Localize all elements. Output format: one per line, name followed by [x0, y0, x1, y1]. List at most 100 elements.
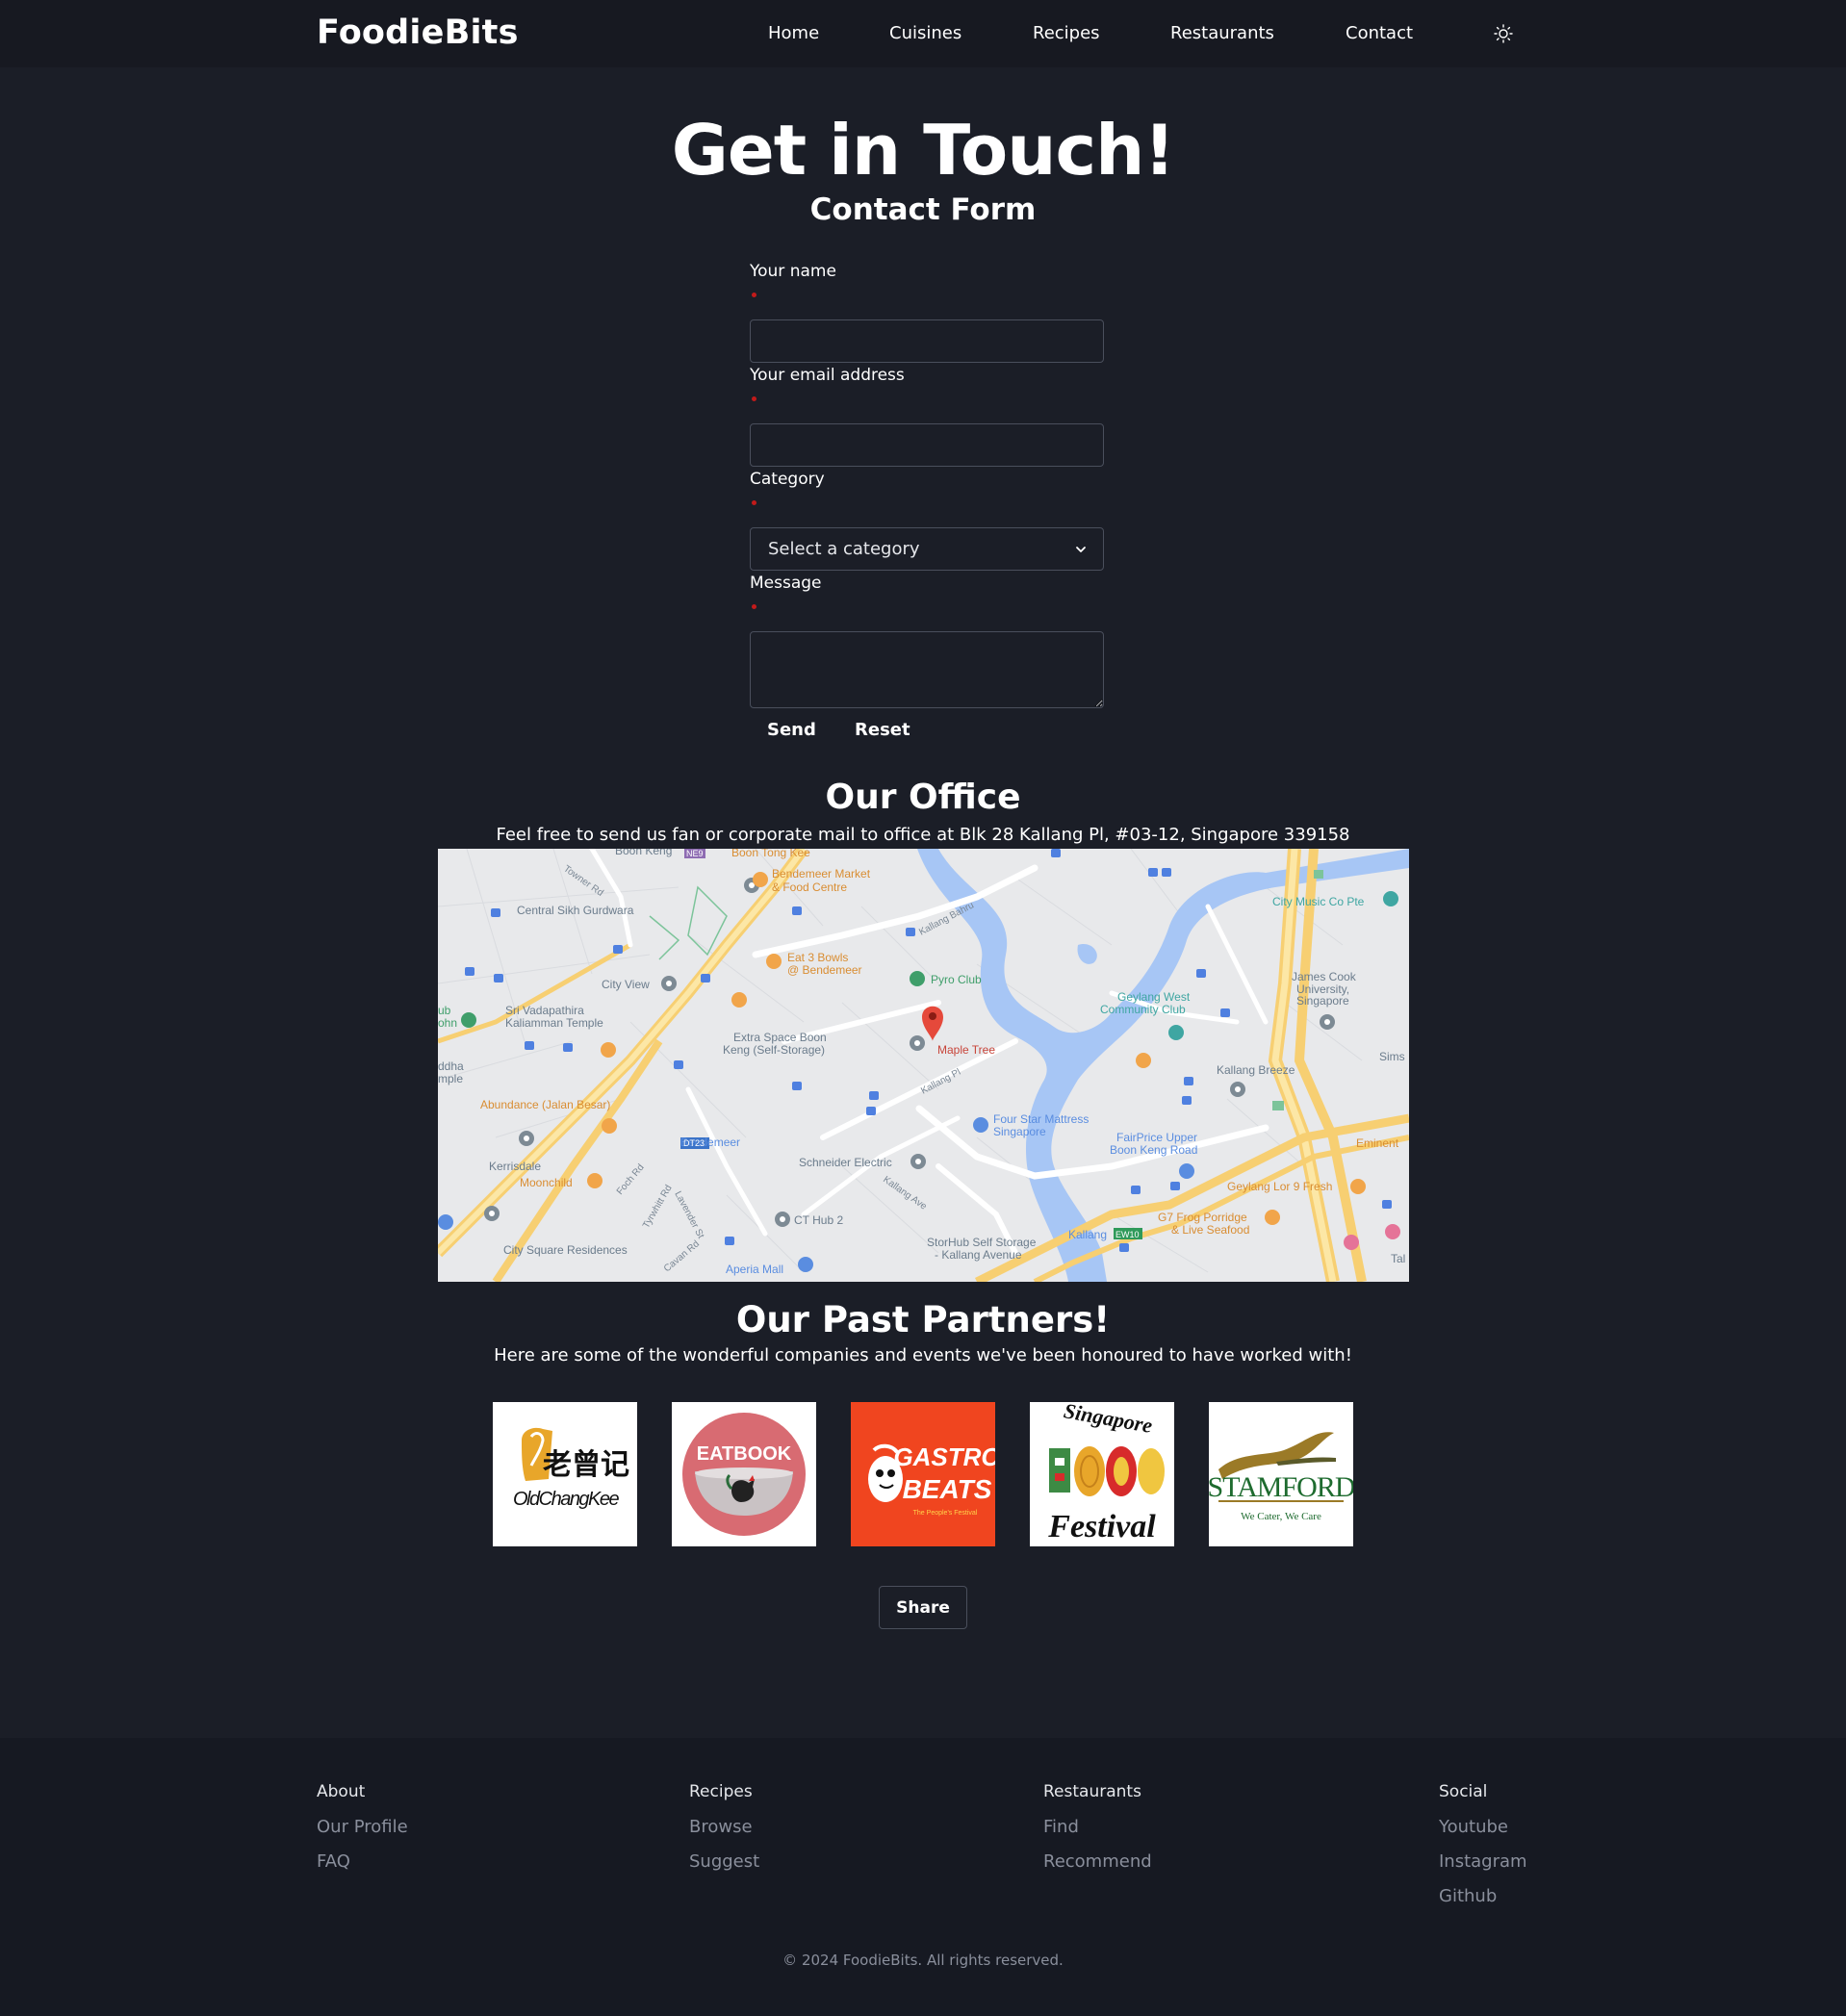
form-actions: Send Reset — [750, 720, 1104, 743]
share-button[interactable]: Share — [879, 1586, 967, 1629]
map-badge-ew10: EW10 — [1115, 1230, 1140, 1239]
footer-col-restaurants: Restaurants Find Recommend — [1043, 1782, 1152, 1886]
gastro-beats-line1: GASTRO — [893, 1442, 995, 1471]
map-label-g7-frog-2: & Live Seafood — [1171, 1223, 1249, 1237]
map-label-city-view: City View — [602, 978, 650, 991]
sun-icon[interactable] — [1493, 23, 1514, 44]
map-label-ddha: ddha — [438, 1059, 464, 1073]
nav-restaurants[interactable]: Restaurants — [1170, 23, 1274, 43]
map-label-community-club: Community Club — [1100, 1003, 1186, 1016]
map-label-maple-tree: Maple Tree — [937, 1043, 995, 1057]
eatbook-text: EATBOOK — [697, 1443, 792, 1465]
nav-contact[interactable]: Contact — [1346, 23, 1413, 43]
name-required-indicator — [752, 293, 756, 297]
map-label-g7-frog-1: G7 Frog Porridge — [1158, 1211, 1247, 1224]
map-label-fairprice-2: Boon Keng Road — [1110, 1143, 1197, 1157]
page-title: Get in Touch! — [671, 110, 1175, 191]
category-select-value: Select a category — [768, 539, 920, 559]
map-label-kerrisdale: Kerrisdale — [489, 1160, 541, 1173]
map-label-moonchild: Moonchild — [520, 1176, 573, 1189]
map-label-central-sikh: Central Sikh Gurdwara — [517, 904, 634, 917]
gastro-beats-line2: BEATS — [903, 1474, 992, 1504]
footer-link-browse[interactable]: Browse — [689, 1817, 759, 1851]
map-label-james-cook-1: James Cook — [1292, 970, 1357, 983]
footer-heading-recipes: Recipes — [689, 1782, 753, 1801]
map-label-extra-space-2: Keng (Self-Storage) — [723, 1043, 825, 1057]
map-label-fairprice-1: FairPrice Upper — [1116, 1131, 1197, 1144]
nav-recipes[interactable]: Recipes — [1033, 23, 1100, 43]
map-label-james-cook-3: Singapore — [1296, 994, 1349, 1008]
reset-button[interactable]: Reset — [855, 720, 910, 740]
map-label-four-star-1: Four Star Mattress — [993, 1112, 1089, 1126]
chevron-down-icon — [1074, 542, 1088, 555]
footer-link-youtube[interactable]: Youtube — [1439, 1817, 1527, 1851]
footer-heading-restaurants: Restaurants — [1043, 1782, 1141, 1801]
map-label-hub: ub — [438, 1004, 451, 1017]
footer-col-social: Social Youtube Instagram Github — [1439, 1782, 1527, 1921]
map-label-sims: Sims — [1379, 1050, 1405, 1063]
map-label-eminent: Eminent — [1356, 1136, 1399, 1150]
footer-link-find[interactable]: Find — [1043, 1817, 1152, 1851]
footer-link-our-profile[interactable]: Our Profile — [317, 1817, 408, 1851]
footer-link-faq[interactable]: FAQ — [317, 1851, 408, 1886]
map-label-city-square: City Square Residences — [503, 1243, 628, 1257]
footer-link-suggest[interactable]: Suggest — [689, 1851, 759, 1886]
map-label-sri-vada-1: Sri Vadapathira — [505, 1004, 584, 1017]
copyright-text: © 2024 FoodieBits. All rights reserved. — [782, 1952, 1064, 1969]
office-map[interactable]: Boon Keng NE9 Boon Tong Kee Bendemeer Ma… — [438, 849, 1409, 1282]
name-label: Your name — [750, 262, 836, 281]
map-label-boon-tong-kee: Boon Tong Kee — [731, 849, 810, 859]
footer-link-github[interactable]: Github — [1439, 1886, 1527, 1921]
partner-logo-old-chang-kee[interactable]: 老曾记 OldChangKee — [493, 1402, 637, 1546]
footer-link-instagram[interactable]: Instagram — [1439, 1851, 1527, 1886]
map-label-storhub-2: - Kallang Avenue — [935, 1248, 1022, 1262]
map-label-ct-hub: CT Hub 2 — [794, 1213, 843, 1227]
old-chang-kee-chinese: 老曾记 — [543, 1448, 629, 1481]
send-button[interactable]: Send — [767, 720, 816, 740]
navbar: FoodieBits Home Cuisines Recipes Restaur… — [0, 0, 1846, 67]
map-badge-ne9: NE9 — [686, 849, 704, 858]
footer-heading-social: Social — [1439, 1782, 1488, 1801]
map-label-schneider: Schneider Electric — [799, 1156, 892, 1169]
partner-logo-singapore-food-festival[interactable]: Singapore Festival — [1030, 1402, 1174, 1546]
email-input[interactable] — [750, 423, 1104, 467]
map-badge-dt23: DT23 — [683, 1138, 705, 1148]
partner-logo-gastro-beats[interactable]: GASTRO BEATS The People's Festival — [851, 1402, 995, 1546]
map-label-aperia: Aperia Mall — [726, 1263, 783, 1276]
stamford-tagline: We Cater, We Care — [1241, 1511, 1321, 1522]
map-label-tal: Tal — [1391, 1252, 1405, 1265]
nav-home[interactable]: Home — [768, 23, 819, 43]
map-label-bendemeer-market: Bendemeer Market — [772, 867, 871, 880]
map-label-food-centre: & Food Centre — [772, 880, 847, 894]
nav-cuisines[interactable]: Cuisines — [889, 23, 961, 43]
partners-title: Our Past Partners! — [735, 1299, 1111, 1340]
partner-logo-eatbook[interactable]: EATBOOK — [672, 1402, 816, 1546]
partner-logo-stamford[interactable]: STAMFORD We Cater, We Care — [1209, 1402, 1353, 1546]
office-address-text: Feel free to send us fan or corporate ma… — [496, 825, 1350, 845]
map-label-city-music: City Music Co Pte — [1272, 895, 1365, 908]
footer-col-about: About Our Profile FAQ — [317, 1782, 408, 1886]
gastro-beats-tagline: The People's Festival — [913, 1510, 978, 1517]
map-label-extra-space-1: Extra Space Boon — [733, 1031, 827, 1044]
office-title: Our Office — [825, 778, 1021, 817]
category-label: Category — [750, 470, 825, 489]
brand-logo[interactable]: FoodieBits — [317, 13, 519, 52]
message-required-indicator — [752, 604, 756, 609]
map-label-eat-3-bowls: Eat 3 Bowls — [787, 951, 848, 964]
map-label-mple: mple — [438, 1072, 463, 1085]
sff-line2: Festival — [1047, 1509, 1156, 1544]
map-label-kallang: Kallang — [1068, 1228, 1107, 1241]
form-title: Contact Form — [809, 192, 1037, 227]
name-input[interactable] — [750, 319, 1104, 363]
footer-link-recommend[interactable]: Recommend — [1043, 1851, 1152, 1886]
map-label-kallang-breeze: Kallang Breeze — [1217, 1063, 1295, 1077]
category-select[interactable]: Select a category — [750, 527, 1104, 571]
footer-col-recipes: Recipes Browse Suggest — [689, 1782, 759, 1886]
message-textarea[interactable] — [750, 631, 1104, 708]
map-label-sri-vada-2: Kaliamman Temple — [505, 1016, 603, 1030]
footer-heading-about: About — [317, 1782, 366, 1801]
map-label-four-star-2: Singapore — [993, 1125, 1046, 1138]
map-label-storhub-1: StorHub Self Storage — [927, 1236, 1037, 1249]
map-label-geylang-west: Geylang West — [1117, 990, 1191, 1004]
map-label-boon-keng: Boon Keng — [615, 849, 672, 857]
